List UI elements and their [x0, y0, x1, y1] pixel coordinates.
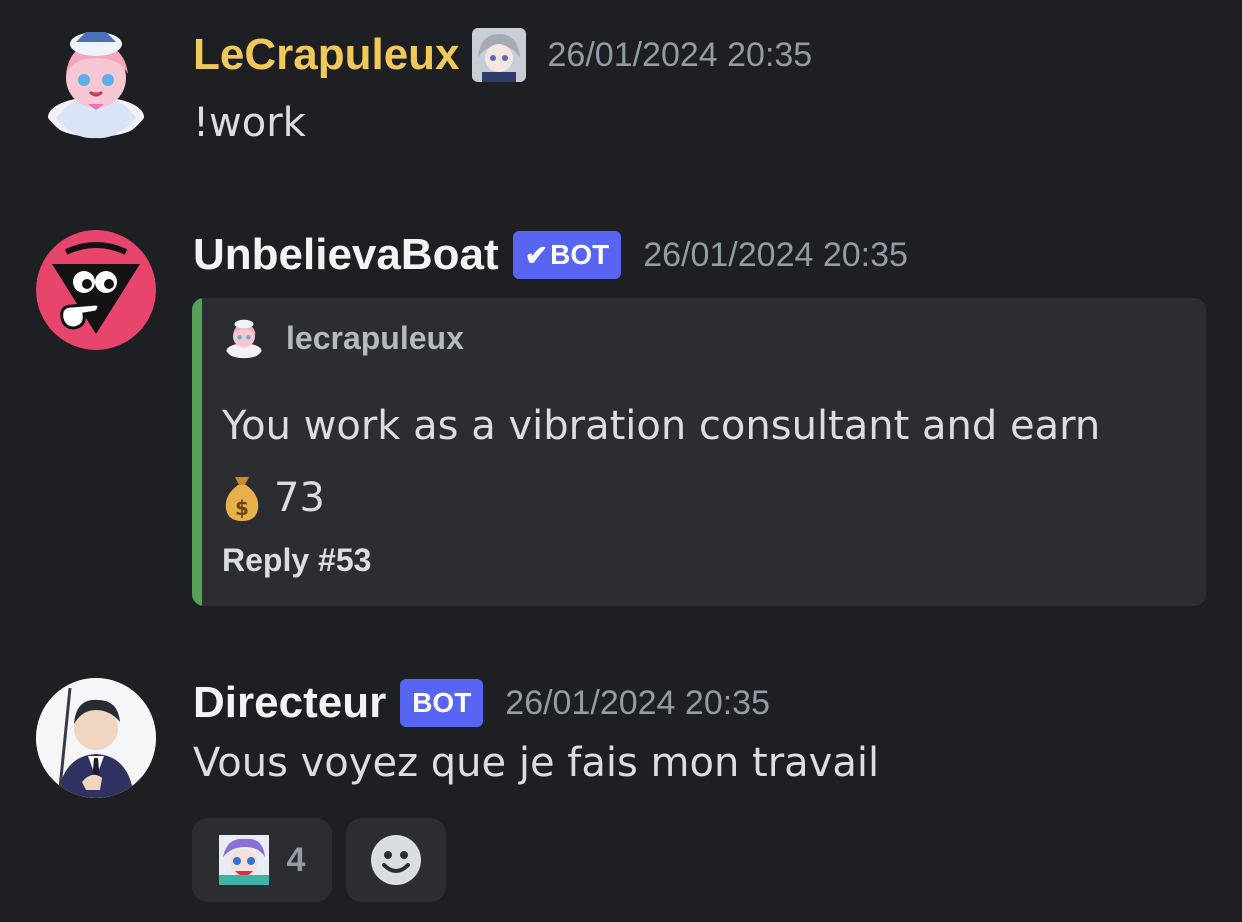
bot-tag: BOT: [400, 679, 484, 727]
username[interactable]: Directeur: [193, 678, 386, 728]
embed-description-text: You work as a vibration consultant and e…: [222, 403, 1101, 449]
avatar-anime-girl-icon: [226, 319, 262, 359]
message-text: Vous voyez que je fais mon travail: [193, 740, 880, 786]
avatar-suited-man-icon: [36, 678, 156, 798]
timestamp: 26/01/2024 20:35: [547, 35, 813, 74]
embed-author-avatar: [222, 316, 266, 360]
money-bag-icon: $: [225, 477, 259, 521]
message-text: !work: [193, 100, 306, 146]
avatar-directeur[interactable]: [36, 678, 156, 798]
avatar-unbelievaboat[interactable]: [36, 230, 156, 350]
avatar-anime-girl-icon: [48, 32, 144, 139]
username[interactable]: UnbelievaBoat: [193, 230, 499, 280]
embed-author-name[interactable]: lecrapuleux: [286, 320, 464, 357]
role-badge-icon[interactable]: [471, 28, 526, 82]
bot-tag-label: BOT: [550, 239, 610, 270]
avatar-lecrapuleux[interactable]: [36, 22, 156, 142]
verified-check-icon: ✔: [524, 239, 549, 271]
embed-amount: 73: [274, 475, 325, 521]
embed-author: lecrapuleux: [222, 316, 464, 360]
embed-accent-bar: [192, 298, 202, 606]
svg-text:$: $: [235, 496, 249, 520]
reaction-custom-emoji[interactable]: 4: [192, 818, 332, 902]
reaction-count: 4: [286, 840, 306, 879]
embed: lecrapuleux You work as a vibration cons…: [192, 298, 1206, 606]
timestamp: 26/01/2024 20:35: [505, 683, 770, 722]
embed-amount-line: $ 73: [222, 462, 1100, 534]
username[interactable]: LeCrapuleux: [193, 30, 460, 80]
add-reaction-icon: [371, 835, 421, 885]
custom-emoji-icon: [218, 835, 269, 885]
add-reaction-button[interactable]: [346, 818, 446, 902]
embed-description: You work as a vibration consultant and e…: [222, 390, 1100, 534]
embed-footer: Reply #53: [222, 542, 372, 578]
timestamp: 26/01/2024 20:35: [643, 235, 908, 274]
bot-tag: ✔ BOT: [512, 231, 622, 279]
avatar-unbelievaboat-icon: [36, 230, 156, 350]
